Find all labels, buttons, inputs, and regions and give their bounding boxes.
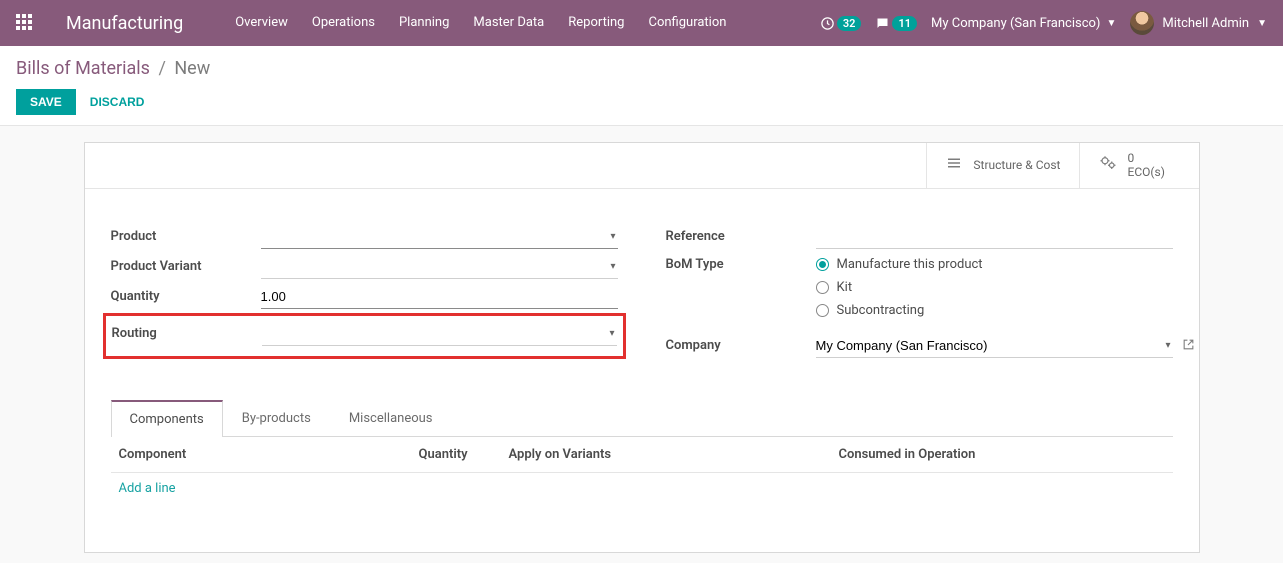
nav-master-data[interactable]: Master Data bbox=[461, 0, 556, 46]
activity-count: 32 bbox=[837, 16, 862, 31]
th-variants: Apply on Variants bbox=[501, 437, 831, 473]
structure-cost-button[interactable]: Structure & Cost bbox=[926, 143, 1078, 188]
messages-count: 11 bbox=[892, 16, 917, 31]
field-bom-type: BoM Type Manufacture this product Kit bbox=[666, 253, 1173, 322]
field-quantity: Quantity bbox=[111, 283, 618, 311]
messages-indicator[interactable]: 11 bbox=[875, 16, 917, 31]
eco-button[interactable]: 0 ECO(s) bbox=[1079, 143, 1199, 188]
nav-configuration[interactable]: Configuration bbox=[636, 0, 738, 46]
th-consumed: Consumed in Operation bbox=[831, 437, 1173, 473]
radio-icon bbox=[816, 258, 829, 271]
action-buttons: SAVE DISCARD bbox=[16, 89, 1267, 115]
sheet-wrap: Structure & Cost 0 ECO(s) Product bbox=[0, 126, 1283, 553]
breadcrumb-root[interactable]: Bills of Materials bbox=[16, 58, 150, 79]
th-quantity: Quantity bbox=[411, 437, 501, 473]
components-table: Component Quantity Apply on Variants Con… bbox=[111, 437, 1173, 552]
label-company: Company bbox=[666, 338, 816, 353]
nav-overview[interactable]: Overview bbox=[223, 0, 300, 46]
company-input[interactable] bbox=[816, 334, 1173, 358]
app-header: Manufacturing Overview Operations Planni… bbox=[0, 0, 1283, 46]
company-name: My Company (San Francisco) bbox=[931, 16, 1100, 31]
form-sheet: Structure & Cost 0 ECO(s) Product bbox=[84, 142, 1200, 553]
nav-reporting[interactable]: Reporting bbox=[556, 0, 636, 46]
user-name: Mitchell Admin bbox=[1162, 16, 1249, 31]
routing-highlight: Routing ▾ bbox=[103, 313, 626, 359]
bom-type-subcontracting[interactable]: Subcontracting bbox=[816, 299, 1173, 322]
table-row-empty bbox=[111, 504, 1173, 552]
chat-icon bbox=[875, 16, 890, 31]
caret-down-icon: ▼ bbox=[1106, 18, 1116, 29]
eco-count: 0 bbox=[1128, 151, 1165, 165]
reference-control[interactable] bbox=[816, 225, 1173, 249]
label-product-variant: Product Variant bbox=[111, 259, 261, 274]
breadcrumb: Bills of Materials / New bbox=[16, 58, 1267, 79]
structure-cost-label: Structure & Cost bbox=[973, 158, 1060, 172]
field-reference: Reference bbox=[666, 223, 1173, 251]
label-routing: Routing bbox=[112, 326, 262, 341]
discard-button[interactable]: DISCARD bbox=[90, 95, 145, 109]
company-switcher[interactable]: My Company (San Francisco) ▼ bbox=[931, 16, 1116, 31]
save-button[interactable]: SAVE bbox=[16, 89, 76, 115]
label-quantity: Quantity bbox=[111, 289, 261, 304]
nav-operations[interactable]: Operations bbox=[300, 0, 387, 46]
user-menu[interactable]: Mitchell Admin ▼ bbox=[1130, 11, 1267, 35]
tab-miscellaneous[interactable]: Miscellaneous bbox=[330, 400, 452, 437]
reference-input[interactable] bbox=[816, 225, 1173, 249]
radio-label: Kit bbox=[837, 280, 853, 295]
radio-icon bbox=[816, 304, 829, 317]
eco-text: 0 ECO(s) bbox=[1128, 151, 1165, 180]
field-company: Company ▾ bbox=[666, 332, 1173, 360]
company-control[interactable]: ▾ bbox=[816, 334, 1173, 358]
product-variant-control[interactable]: ▾ bbox=[261, 255, 618, 279]
form-body: Product ▾ Product Variant ▾ Quantity bbox=[85, 189, 1199, 382]
app-brand[interactable]: Manufacturing bbox=[66, 13, 183, 34]
th-component: Component bbox=[111, 437, 411, 473]
product-input[interactable] bbox=[261, 225, 618, 249]
routing-control[interactable]: ▾ bbox=[262, 322, 617, 346]
routing-input[interactable] bbox=[262, 322, 617, 346]
product-control[interactable]: ▾ bbox=[261, 225, 618, 249]
product-variant-input[interactable] bbox=[261, 255, 618, 279]
breadcrumb-current: New bbox=[174, 58, 210, 79]
gears-icon bbox=[1098, 154, 1118, 177]
bom-type-kit[interactable]: Kit bbox=[816, 276, 1173, 299]
apps-icon[interactable] bbox=[16, 14, 34, 32]
add-line-link[interactable]: Add a line bbox=[119, 481, 176, 496]
control-panel: Bills of Materials / New SAVE DISCARD bbox=[0, 46, 1283, 126]
notebook: Components By-products Miscellaneous Com… bbox=[85, 400, 1199, 552]
tab-byproducts[interactable]: By-products bbox=[223, 400, 330, 437]
label-bom-type: BoM Type bbox=[666, 253, 816, 272]
quantity-control[interactable] bbox=[261, 285, 618, 309]
list-icon bbox=[945, 154, 963, 177]
bom-type-group: Manufacture this product Kit Subcontract… bbox=[816, 253, 1173, 322]
radio-icon bbox=[816, 281, 829, 294]
nav-planning[interactable]: Planning bbox=[387, 0, 461, 46]
activity-indicator[interactable]: 32 bbox=[820, 16, 862, 31]
tab-components[interactable]: Components bbox=[111, 400, 223, 437]
left-column: Product ▾ Product Variant ▾ Quantity bbox=[111, 223, 618, 362]
table-row: Add a line bbox=[111, 472, 1173, 504]
radio-label: Manufacture this product bbox=[837, 257, 983, 272]
tabs: Components By-products Miscellaneous bbox=[111, 400, 1173, 437]
table-header-row: Component Quantity Apply on Variants Con… bbox=[111, 437, 1173, 473]
eco-label: ECO(s) bbox=[1128, 165, 1165, 179]
field-routing: Routing ▾ bbox=[112, 320, 617, 348]
field-product-variant: Product Variant ▾ bbox=[111, 253, 618, 281]
header-right: 32 11 My Company (San Francisco) ▼ Mitch… bbox=[820, 11, 1267, 35]
right-column: Reference BoM Type Manufacture this prod… bbox=[666, 223, 1173, 362]
breadcrumb-sep: / bbox=[158, 58, 165, 79]
radio-label: Subcontracting bbox=[837, 303, 925, 318]
quantity-input[interactable] bbox=[261, 285, 618, 309]
field-product: Product ▾ bbox=[111, 223, 618, 251]
label-reference: Reference bbox=[666, 229, 816, 244]
clock-icon bbox=[820, 16, 835, 31]
label-product: Product bbox=[111, 229, 261, 244]
external-link-icon[interactable] bbox=[1182, 338, 1195, 354]
caret-down-icon: ▼ bbox=[1257, 18, 1267, 29]
avatar bbox=[1130, 11, 1154, 35]
stat-buttons: Structure & Cost 0 ECO(s) bbox=[85, 143, 1199, 189]
main-nav: Overview Operations Planning Master Data… bbox=[223, 0, 738, 46]
bom-type-manufacture[interactable]: Manufacture this product bbox=[816, 253, 1173, 276]
